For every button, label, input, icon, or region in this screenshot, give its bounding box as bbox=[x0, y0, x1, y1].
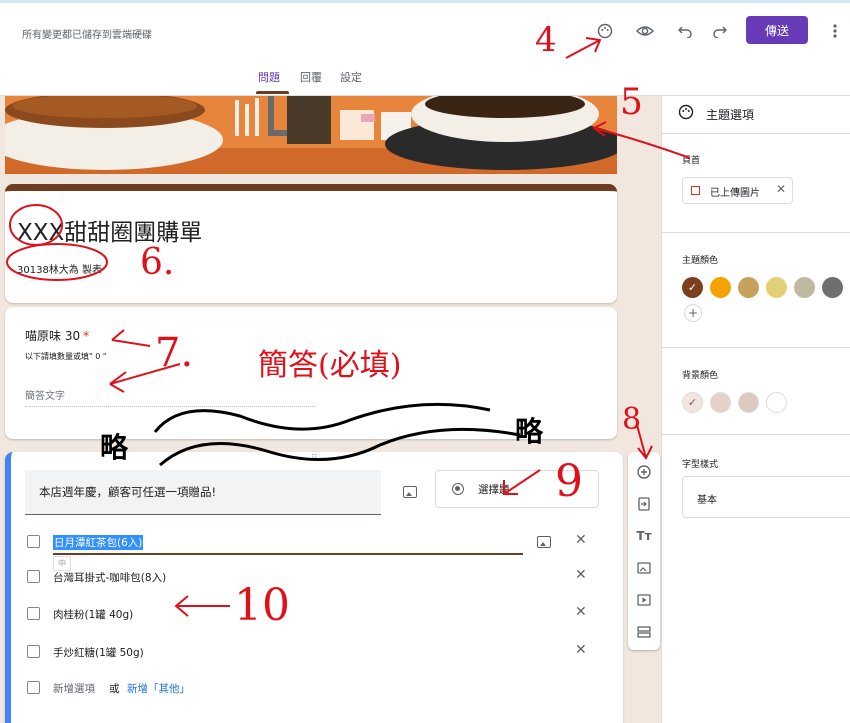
option-row[interactable]: 日月潭紅茶包(6入) 中 ✕ bbox=[27, 532, 597, 571]
title-card[interactable]: XXX甜甜圈團購單 30138林大為 製表 bbox=[5, 184, 617, 303]
option-label[interactable]: 台灣耳掛式-咖啡包(8入) bbox=[53, 570, 166, 585]
question-type-label: 選擇題 bbox=[478, 484, 510, 496]
theme-panel: 主題選項 頁首 已上傳圖片 ✕ 主題顏色 + 背景顏色 字型樣式 基本 ✓ ✓ bbox=[661, 96, 850, 723]
question-title-text: 本店週年慶，顧客可任選一項贈品! bbox=[39, 485, 217, 499]
form-title[interactable]: XXX甜甜圈團購單 bbox=[17, 213, 202, 247]
question-type-select[interactable]: 選擇題 bbox=[435, 470, 599, 508]
add-option-row: 新增選項 或 新增「其他」 bbox=[27, 678, 597, 700]
send-button[interactable]: 傳送 bbox=[746, 16, 808, 44]
form-canvas: XXX甜甜圈團購單 30138林大為 製表 喵原味 30 * 以下請填數量或填" … bbox=[0, 96, 628, 723]
option-label[interactable]: 肉桂粉(1罐 40g) bbox=[53, 607, 133, 622]
add-custom-color-icon[interactable]: + bbox=[684, 304, 702, 322]
option-row[interactable]: 肉桂粉(1罐 40g) ✕ bbox=[27, 604, 597, 626]
option-label[interactable]: 日月潭紅茶包(6入) bbox=[53, 535, 144, 550]
remove-option-icon[interactable]: ✕ bbox=[575, 642, 587, 658]
image-icon[interactable] bbox=[636, 560, 652, 576]
video-icon[interactable] bbox=[636, 592, 652, 608]
remove-option-icon[interactable]: ✕ bbox=[575, 532, 587, 548]
eye-icon[interactable] bbox=[632, 18, 658, 44]
option-row[interactable]: 手炒紅糖(1罐 50g) ✕ bbox=[27, 642, 597, 664]
option-image-icon[interactable] bbox=[537, 536, 551, 548]
theme-color-swatch[interactable] bbox=[766, 277, 787, 298]
or-text: 或 bbox=[109, 683, 120, 695]
tab-questions[interactable]: 問題 bbox=[258, 69, 280, 85]
theme-color-swatch[interactable] bbox=[794, 277, 815, 298]
add-option-link[interactable]: 新增選項 bbox=[53, 681, 95, 696]
divider bbox=[662, 347, 850, 348]
font-style-value: 基本 bbox=[697, 495, 717, 506]
checkbox-icon bbox=[27, 535, 40, 548]
section-icon[interactable] bbox=[636, 624, 652, 640]
question-title-field[interactable]: 本店週年慶，顧客可任選一項贈品! bbox=[25, 470, 381, 515]
theme-color-swatch[interactable] bbox=[738, 277, 759, 298]
floating-toolbar: Tт bbox=[628, 452, 660, 650]
question-title-text: 喵原味 30 bbox=[25, 329, 81, 343]
radio-button-icon bbox=[452, 483, 464, 495]
theme-color-swatch[interactable]: ✓ bbox=[682, 277, 703, 298]
theme-color-label: 主題顏色 bbox=[682, 256, 719, 266]
uploaded-image-chip[interactable]: 已上傳圖片 ✕ bbox=[682, 177, 793, 204]
undo-icon[interactable] bbox=[672, 18, 698, 44]
divider bbox=[662, 133, 850, 134]
background-color-swatch[interactable] bbox=[738, 392, 759, 413]
option-row[interactable]: 台灣耳掛式-咖啡包(8入) ✕ bbox=[27, 567, 597, 589]
theme-color-swatch[interactable] bbox=[710, 277, 731, 298]
palette-icon bbox=[678, 104, 694, 124]
tab-settings[interactable]: 設定 bbox=[340, 69, 362, 85]
import-icon[interactable] bbox=[636, 496, 652, 512]
background-color-label: 背景顏色 bbox=[682, 371, 719, 381]
background-color-swatch[interactable] bbox=[710, 392, 731, 413]
question-title: 喵原味 30 * bbox=[25, 327, 89, 344]
checkbox-icon bbox=[27, 570, 40, 583]
option-label[interactable]: 手炒紅糖(1罐 50g) bbox=[53, 645, 144, 660]
remove-image-icon[interactable]: ✕ bbox=[776, 182, 786, 196]
checkbox-icon bbox=[27, 681, 40, 694]
uploaded-image-label: 已上傳圖片 bbox=[710, 188, 760, 199]
background-color-swatch[interactable]: ✓ bbox=[682, 392, 703, 413]
header-label: 頁首 bbox=[682, 156, 701, 166]
top-accent-strip bbox=[0, 0, 850, 3]
short-answer-placeholder: 簡答文字 bbox=[25, 387, 315, 407]
more-vert-icon[interactable] bbox=[822, 18, 848, 44]
save-status: 所有變更都已儲存到雲端硬碟 bbox=[22, 30, 152, 41]
tab-responses[interactable]: 回覆 bbox=[300, 69, 322, 85]
panel-title: 主題選項 bbox=[706, 108, 755, 122]
checkbox-icon bbox=[27, 607, 40, 620]
multiple-choice-question-card[interactable]: ⠿ 本店週年慶，顧客可任選一項贈品! 選擇題 日月潭紅茶包(6入) 中 ✕ 台灣… bbox=[5, 452, 623, 723]
add-other-link[interactable]: 新增「其他」 bbox=[127, 681, 190, 696]
top-bar: 所有變更都已儲存到雲端硬碟 傳送 問題 回覆 設定 bbox=[0, 0, 850, 96]
divider bbox=[662, 232, 850, 233]
drag-handle[interactable]: ⠿ bbox=[311, 454, 319, 464]
header-image bbox=[5, 96, 617, 174]
checkbox-icon bbox=[27, 645, 40, 658]
theme-color-swatch[interactable] bbox=[822, 277, 843, 298]
add-image-icon[interactable] bbox=[403, 486, 417, 498]
question-help-text: 以下請填數量或填" 0 " bbox=[25, 352, 107, 361]
option-focus-underline bbox=[53, 553, 523, 555]
palette-icon[interactable] bbox=[592, 18, 618, 44]
required-mark: * bbox=[83, 329, 90, 343]
remove-option-icon[interactable]: ✕ bbox=[575, 567, 587, 583]
tab-bar: 問題 回覆 設定 bbox=[0, 67, 850, 95]
background-color-swatch[interactable] bbox=[766, 392, 787, 413]
divider bbox=[662, 434, 850, 435]
remove-option-icon[interactable]: ✕ bbox=[575, 604, 587, 620]
short-answer-question-card[interactable]: 喵原味 30 * 以下請填數量或填" 0 " 簡答文字 bbox=[5, 307, 617, 439]
active-tab-indicator bbox=[256, 91, 289, 94]
font-style-select[interactable]: 基本 bbox=[682, 476, 850, 518]
title-text-icon[interactable]: Tт bbox=[636, 528, 652, 544]
image-icon bbox=[691, 186, 700, 195]
form-description[interactable]: 30138林大為 製表 bbox=[17, 261, 102, 276]
add-circle-icon[interactable] bbox=[636, 464, 652, 480]
redo-icon[interactable] bbox=[707, 18, 733, 44]
font-style-label: 字型樣式 bbox=[682, 460, 719, 470]
